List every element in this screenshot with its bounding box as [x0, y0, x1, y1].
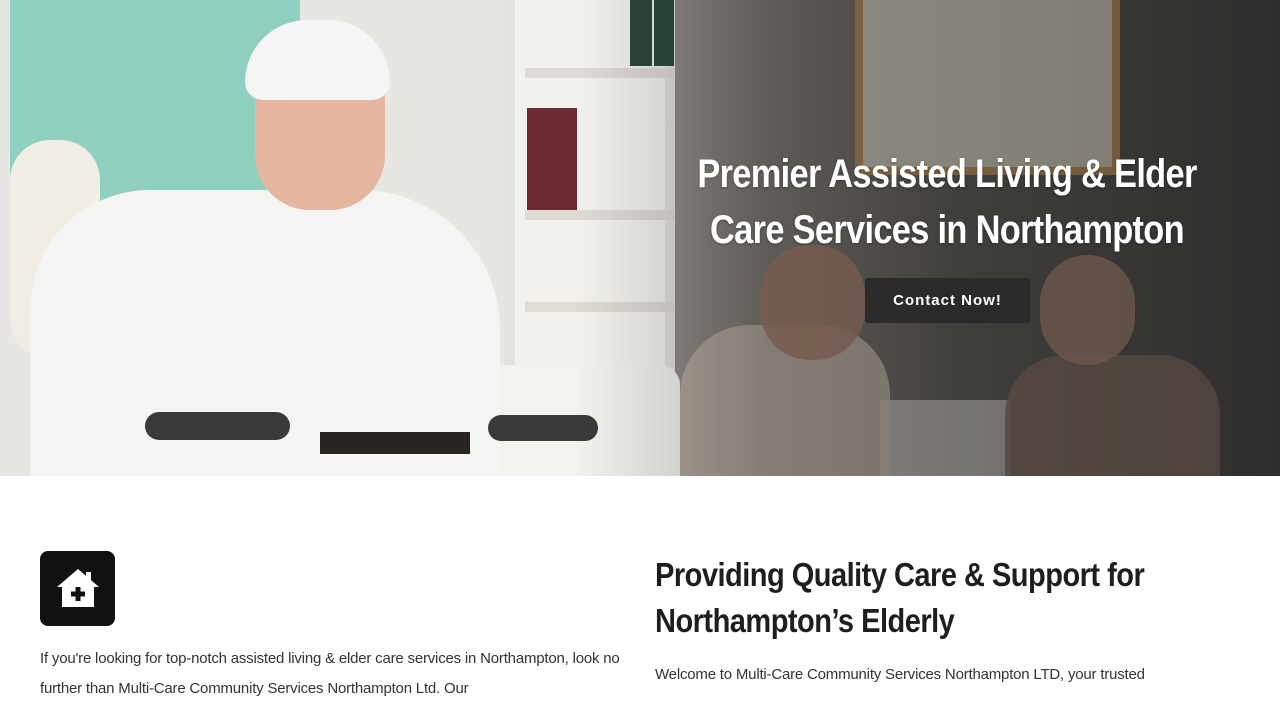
welcome-paragraph: Welcome to Multi-Care Community Services… [655, 666, 1145, 683]
hero-title: Premier Assisted Living & Elder Care Ser… [697, 152, 1197, 252]
intro-paragraph: If you're looking for top-notch assisted… [40, 650, 620, 697]
section-title: Providing Quality Care & Support for Nor… [655, 556, 1145, 639]
hero-banner: Premier Assisted Living & Elder Care Ser… [0, 0, 1280, 476]
house-plus-icon [40, 551, 115, 626]
contact-now-button[interactable]: Contact Now! [865, 278, 1030, 323]
house-plus-icon-glyph [57, 569, 99, 607]
